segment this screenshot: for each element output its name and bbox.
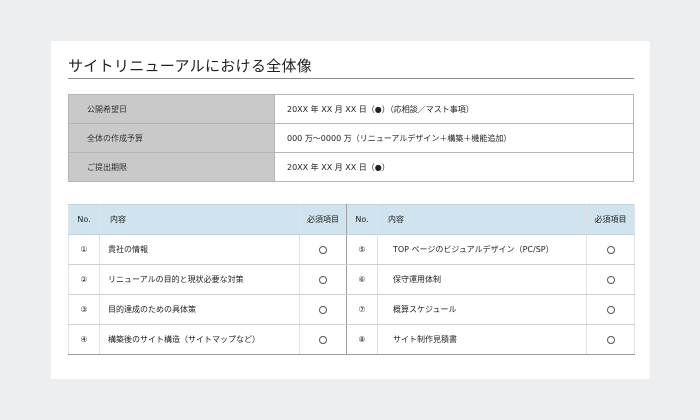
item-content: サイト制作見積書 <box>377 324 587 355</box>
table-row: ④ 構築後のサイト構造（サイトマップなど） ⑧ サイト制作見積書 <box>68 324 635 355</box>
required-cell <box>299 324 347 355</box>
empty-circle-icon <box>606 335 615 344</box>
required-cell <box>586 264 635 295</box>
table-row: ① 貴社の情報 ⑤ TOP ページのビジュアルデザイン（PC/SP） <box>68 234 635 265</box>
item-content: 貴社の情報 <box>99 234 300 265</box>
empty-circle-icon <box>319 305 327 314</box>
info-label: 公開希望日 <box>68 94 275 124</box>
empty-circle-icon <box>319 245 327 254</box>
item-number: ② <box>68 264 100 295</box>
required-cell <box>586 234 635 265</box>
item-content: 概算スケジュール <box>377 294 587 325</box>
item-content: 構築後のサイト構造（サイトマップなど） <box>99 324 300 355</box>
header-no: No. <box>68 204 100 235</box>
info-row-deadline: ご提出期限 20XX 年 XX 月 XX 日（●） <box>68 152 634 182</box>
info-label: ご提出期限 <box>68 152 275 182</box>
info-value: 20XX 年 XX 月 XX 日（●）（応相談／マスト事項） <box>274 94 634 124</box>
empty-circle-icon <box>319 335 327 344</box>
header-required: 必須項目 <box>299 204 347 235</box>
info-value: 20XX 年 XX 月 XX 日（●） <box>274 152 634 182</box>
empty-circle-icon <box>606 245 615 254</box>
items-table: No. 内容 必須項目 No. 内容 必須項目 ① 貴社の情報 ⑤ TOP ペー… <box>68 204 635 355</box>
item-number: ⑦ <box>346 294 378 325</box>
item-number: ⑥ <box>346 264 378 295</box>
document-card: サイトリニューアルにおける全体像 公開希望日 20XX 年 XX 月 XX 日（… <box>51 41 650 379</box>
item-number: ⑤ <box>346 234 378 265</box>
items-header-row: No. 内容 必須項目 No. 内容 必須項目 <box>68 204 635 235</box>
info-value: 000 万〜0000 万（リニューアルデザイン＋構築＋機能追加） <box>274 123 634 153</box>
page-title: サイトリニューアルにおける全体像 <box>68 57 313 75</box>
header-content: 内容 <box>99 204 300 235</box>
table-row: ③ 目的達成のための具体策 ⑦ 概算スケジュール <box>68 294 635 325</box>
title-divider <box>68 78 634 79</box>
header-content: 内容 <box>377 204 587 235</box>
required-cell <box>299 264 347 295</box>
item-content: 保守運用体制 <box>377 264 587 295</box>
header-no: No. <box>346 204 378 235</box>
required-cell <box>299 294 347 325</box>
item-number: ④ <box>68 324 100 355</box>
info-row-release-date: 公開希望日 20XX 年 XX 月 XX 日（●）（応相談／マスト事項） <box>68 94 634 124</box>
info-label: 全体の作成予算 <box>68 123 275 153</box>
item-number: ① <box>68 234 100 265</box>
empty-circle-icon <box>606 305 615 314</box>
item-number: ③ <box>68 294 100 325</box>
info-table: 公開希望日 20XX 年 XX 月 XX 日（●）（応相談／マスト事項） 全体の… <box>68 94 634 182</box>
header-required: 必須項目 <box>586 204 635 235</box>
info-row-budget: 全体の作成予算 000 万〜0000 万（リニューアルデザイン＋構築＋機能追加） <box>68 123 634 153</box>
empty-circle-icon <box>606 275 615 284</box>
required-cell <box>586 294 635 325</box>
item-content: リニューアルの目的と現状必要な対策 <box>99 264 300 295</box>
empty-circle-icon <box>319 275 327 284</box>
table-row: ② リニューアルの目的と現状必要な対策 ⑥ 保守運用体制 <box>68 264 635 295</box>
required-cell <box>299 234 347 265</box>
item-content: TOP ページのビジュアルデザイン（PC/SP） <box>377 234 587 265</box>
item-number: ⑧ <box>346 324 378 355</box>
item-content: 目的達成のための具体策 <box>99 294 300 325</box>
required-cell <box>586 324 635 355</box>
